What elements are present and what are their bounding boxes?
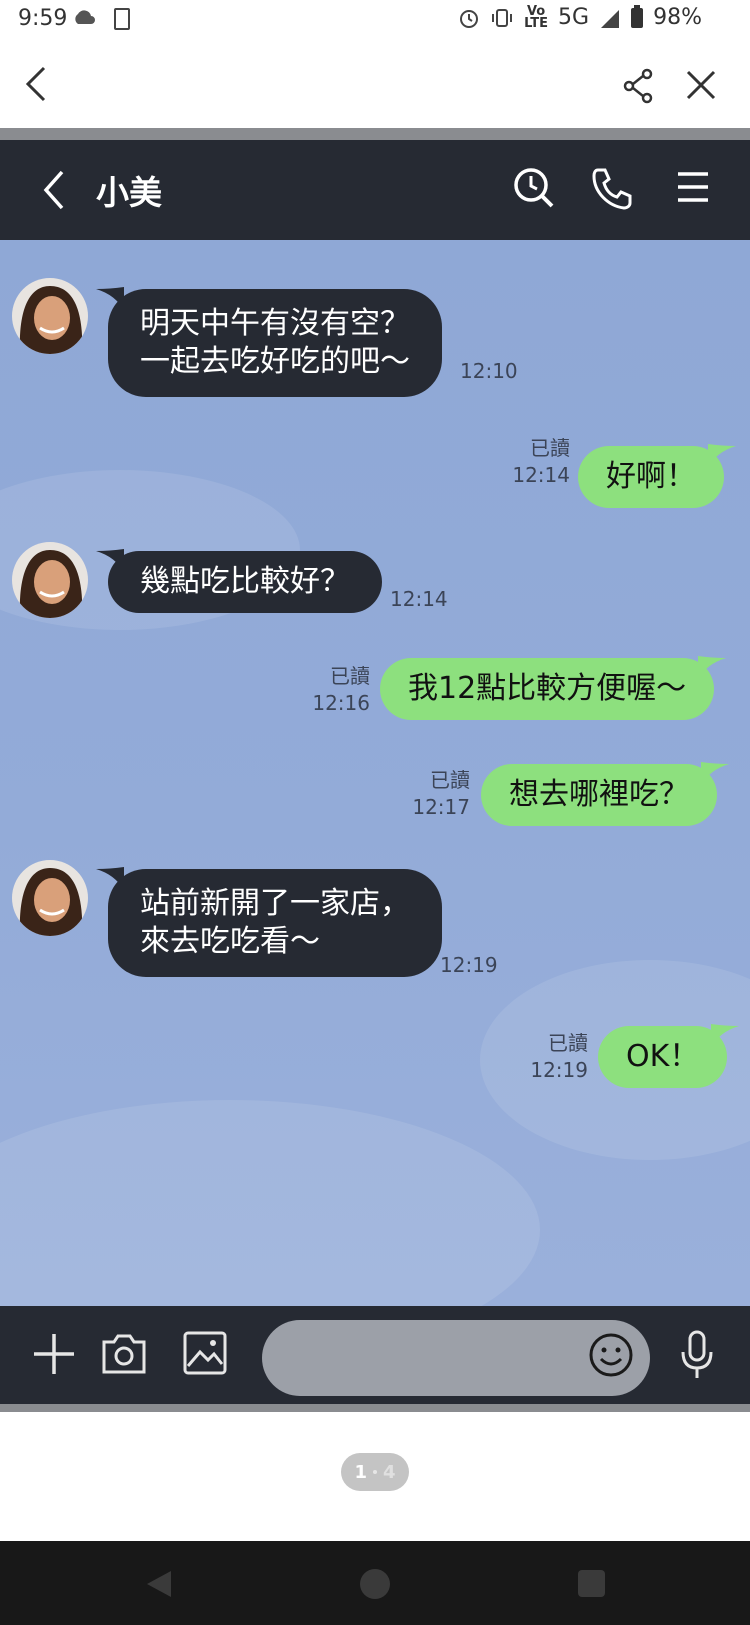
message-text: 明天中午有沒有空？ <box>140 306 410 341</box>
vibrate-icon <box>492 8 513 27</box>
message-bubble-incoming[interactable]: 站前新開了一家店， 來去吃吃看～ <box>96 867 442 977</box>
viewer-toolbar <box>0 40 750 128</box>
chat-header: 小美 <box>0 140 750 240</box>
back-icon[interactable] <box>22 64 52 104</box>
read-receipt: 已讀 <box>330 664 370 688</box>
message-text: 好啊！ <box>606 459 696 494</box>
chat-back-icon[interactable] <box>38 168 72 212</box>
volte-bottom: LTE <box>524 15 549 31</box>
message-text: 來去吃吃看～ <box>140 924 320 959</box>
message-meta: 已讀 12:19 <box>518 1030 588 1084</box>
contact-name: 小美 <box>96 173 162 212</box>
message-meta: 已讀 12:17 <box>400 767 470 821</box>
close-icon[interactable] <box>684 68 718 102</box>
message-text: 一起去吃好吃的吧～ <box>140 344 410 379</box>
bubble-tail <box>701 762 729 786</box>
message-bubble-incoming[interactable]: 明天中午有沒有空？ 一起去吃好吃的吧～ <box>96 287 442 397</box>
avatar[interactable] <box>12 542 88 618</box>
message-time: 12:17 <box>412 795 470 819</box>
emoji-icon[interactable] <box>588 1332 634 1378</box>
signal-icon <box>601 9 620 28</box>
avatar-image <box>12 278 88 354</box>
nav-home-icon[interactable] <box>360 1569 390 1599</box>
volte-indicator: Vo LTE <box>524 5 549 31</box>
message-time: 12:14 <box>390 587 448 611</box>
message-meta: 已讀 12:16 <box>300 663 370 717</box>
system-nav-bar <box>0 1541 750 1625</box>
mic-icon[interactable] <box>680 1330 714 1380</box>
cloud-icon <box>75 10 95 24</box>
network-type: 5G <box>558 5 590 30</box>
page-separator-dot <box>373 1470 377 1474</box>
search-icon[interactable] <box>512 166 556 210</box>
message-time: 12:14 <box>512 463 570 487</box>
battery-icon <box>631 4 644 28</box>
message-text: 想去哪裡吃？ <box>509 777 689 812</box>
message-meta: 已讀 12:14 <box>500 435 570 489</box>
message-time: 12:16 <box>312 691 370 715</box>
message-text: OK！ <box>626 1039 700 1074</box>
bubble-tail <box>708 444 736 468</box>
message-time: 12:19 <box>440 953 498 977</box>
status-icons: Vo LTE 5G 98% <box>458 4 702 31</box>
current-page: 1 <box>354 1461 367 1483</box>
nav-recents-icon[interactable] <box>578 1570 605 1597</box>
background-cloud <box>0 1100 540 1306</box>
message-input-bar <box>0 1306 750 1404</box>
avatar-image <box>12 860 88 936</box>
read-receipt: 已讀 <box>430 768 470 792</box>
message-bubble-outgoing[interactable]: 我12點比較方便喔～ <box>380 656 727 720</box>
message-bubble-outgoing[interactable]: 想去哪裡吃？ <box>481 762 729 826</box>
message-bubble-incoming[interactable]: 幾點吃比較好？ <box>96 549 382 613</box>
nav-back-icon[interactable] <box>145 1569 173 1599</box>
message-time: 12:19 <box>530 1058 588 1082</box>
bubble-tail <box>711 1024 740 1048</box>
share-icon[interactable] <box>622 68 654 104</box>
image-icon[interactable] <box>182 1330 228 1376</box>
bubble-tail <box>96 867 124 891</box>
message-text: 幾點吃比較好？ <box>140 564 350 599</box>
sim-icon <box>114 8 130 30</box>
status-bar: 9:59 Vo LTE 5G 98% <box>0 0 750 40</box>
message-bubble-outgoing[interactable]: 好啊！ <box>578 444 736 508</box>
divider <box>0 1404 750 1412</box>
bubble-tail <box>96 549 124 573</box>
read-receipt: 已讀 <box>548 1031 588 1055</box>
menu-icon[interactable] <box>676 170 710 204</box>
bubble-tail <box>698 656 727 680</box>
page-indicator: 1 4 <box>341 1453 409 1491</box>
avatar-image <box>12 542 88 618</box>
battery-level: 98% <box>653 5 702 30</box>
camera-icon[interactable] <box>100 1330 148 1376</box>
message-bubble-outgoing[interactable]: OK！ <box>598 1024 740 1088</box>
phone-icon[interactable] <box>590 166 632 210</box>
avatar[interactable] <box>12 860 88 936</box>
read-receipt: 已讀 <box>530 436 570 460</box>
message-time: 12:10 <box>460 359 518 383</box>
divider <box>0 128 750 140</box>
chat-area[interactable]: 明天中午有沒有空？ 一起去吃好吃的吧～ 12:10 已讀 12:14 好啊！ 幾… <box>0 240 750 1306</box>
avatar[interactable] <box>12 278 88 354</box>
message-text: 我12點比較方便喔～ <box>408 671 687 706</box>
plus-icon[interactable] <box>32 1332 76 1376</box>
status-time: 9:59 <box>18 6 68 31</box>
total-pages: 4 <box>383 1461 396 1483</box>
message-text: 站前新開了一家店， <box>140 886 410 921</box>
alarm-icon <box>460 9 479 28</box>
bubble-tail <box>96 287 124 311</box>
